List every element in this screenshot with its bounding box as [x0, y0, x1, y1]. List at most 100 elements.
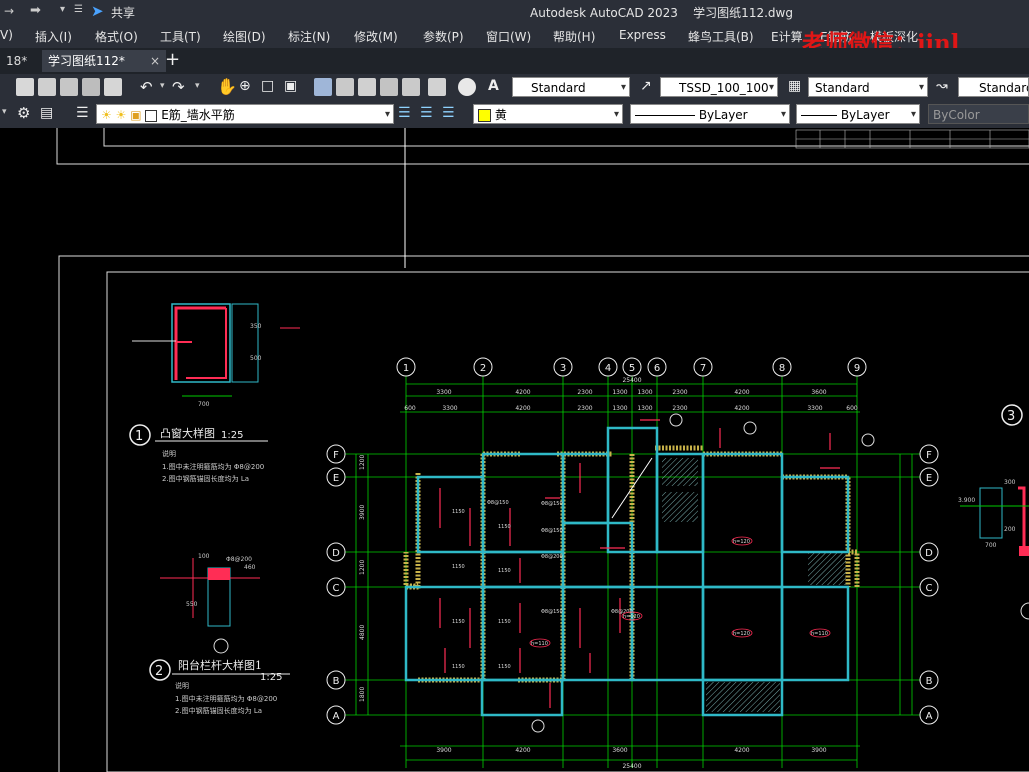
properties-palette-icon[interactable]: [314, 78, 332, 96]
rebar-label: Φ8@150: [541, 501, 563, 507]
rebar-label: Φ8@200: [541, 554, 563, 560]
make-current-layer-icon[interactable]: ☰: [76, 105, 89, 121]
span-label: 1150: [498, 524, 511, 530]
tool-palettes-icon[interactable]: [358, 78, 376, 96]
dim-style-select[interactable]: TSSD_100_100 ▾: [660, 77, 778, 97]
menu-parametric[interactable]: 参数(P): [423, 28, 464, 45]
text-style-select[interactable]: Standard ▾: [512, 77, 630, 97]
menu-dimension[interactable]: 标注(N): [288, 28, 330, 45]
help-icon[interactable]: [458, 78, 476, 96]
model-space-canvas[interactable]: 700 350 500 1 凸窗大样图 1:25 说明 1.图中未注明箍筋均为 …: [0, 128, 1029, 772]
zoom-previous-icon[interactable]: ▣: [284, 78, 297, 94]
menu-modify[interactable]: 修改(M): [354, 28, 398, 45]
layer-lock-icon[interactable]: ▣: [130, 108, 141, 122]
detail-2-number: 2: [155, 664, 163, 679]
menu-bar: V) 插入(I) 格式(O) 工具(T) 绘图(D) 标注(N) 修改(M) 参…: [0, 24, 1029, 57]
detail-1-note-2: 2.图中钢筋锚固长度均为 La: [162, 474, 249, 483]
menu-window[interactable]: 窗口(W): [486, 28, 531, 45]
close-tab-icon[interactable]: ×: [150, 50, 160, 72]
layer-match-icon[interactable]: ☰: [442, 105, 455, 121]
axis-label-D: D: [332, 548, 340, 559]
undo-icon[interactable]: ↶: [140, 78, 153, 96]
new-tab-button[interactable]: +: [165, 49, 180, 70]
dim-top-2: 1300: [637, 405, 652, 412]
balcony-hatch: [706, 682, 780, 712]
zoom-window-icon[interactable]: □: [261, 78, 274, 94]
menu-tools[interactable]: 工具(T): [160, 28, 201, 45]
dim-top: 2300: [672, 389, 687, 396]
layer-settings-gear-icon[interactable]: ⚙: [17, 104, 30, 122]
dim-top: 4200: [734, 389, 749, 396]
axis-label-B: B: [333, 676, 340, 687]
layer-isolate-icon[interactable]: ☰: [420, 105, 433, 121]
layer-on-icon[interactable]: ☀: [101, 108, 112, 122]
axis-label-C-right: C: [926, 583, 933, 594]
lineweight-select[interactable]: ByLayer ▾: [796, 104, 920, 124]
linetype-select[interactable]: ByLayer ▾: [630, 104, 790, 124]
span-label: 1150: [498, 568, 511, 574]
dim-bottom: 3900: [436, 747, 451, 754]
menu-view[interactable]: V): [0, 28, 13, 42]
current-layer-name: E筋_墙水平筋: [161, 108, 235, 122]
axis-label-F: F: [333, 450, 339, 461]
match-properties-icon[interactable]: [16, 78, 34, 96]
shaft-hatch: [808, 553, 846, 585]
new-drawing-icon[interactable]: [104, 78, 122, 96]
color-select[interactable]: 黄 ▾: [473, 104, 623, 124]
layer-previous-icon[interactable]: ☰: [398, 105, 411, 121]
quickcalc-icon[interactable]: [428, 78, 446, 96]
menu-draw[interactable]: 绘图(D): [223, 28, 266, 45]
menu-format[interactable]: 格式(O): [95, 28, 138, 45]
sheet-set-icon[interactable]: [380, 78, 398, 96]
save-as-icon[interactable]: →: [4, 4, 14, 18]
multileader-style-select[interactable]: Standard: [958, 77, 1029, 97]
dim-left: 1200: [359, 560, 366, 575]
menu-fengniao-tools[interactable]: 蜂鸟工具(B): [688, 28, 754, 45]
redo-arrow-icon[interactable]: ➡: [30, 3, 41, 18]
tab-drawing-18[interactable]: 18*: [0, 50, 33, 72]
menu-e-calc[interactable]: E计算: [771, 28, 803, 45]
zoom-realtime-icon[interactable]: ⊕: [239, 78, 251, 94]
dim-left: 1800: [359, 687, 366, 702]
menu-insert[interactable]: 插入(I): [35, 28, 72, 45]
markup-icon[interactable]: [402, 78, 420, 96]
axis-label-C: C: [333, 583, 340, 594]
layer-freeze-icon[interactable]: ☀: [116, 108, 127, 122]
chevron-down-icon[interactable]: ▾: [2, 107, 7, 117]
dropdown-icon[interactable]: ▾: [60, 4, 65, 15]
layer-select[interactable]: ☀ ☀ ▣ E筋_墙水平筋 ▾: [96, 104, 394, 124]
axis-label-F-right: F: [926, 450, 932, 461]
layer-properties-icon[interactable]: ▤: [40, 105, 53, 121]
plot-icon[interactable]: [82, 78, 100, 96]
floor-plan: Φ8@150 Φ8@150 Φ8@150 Φ8@200 Φ8@150 Φ8@20…: [326, 357, 939, 770]
menu-help[interactable]: 帮助(H): [553, 28, 595, 45]
redo-dropdown-icon[interactable]: ▾: [195, 81, 200, 91]
axis-label-5: 5: [629, 363, 635, 374]
axis-label-8: 8: [779, 363, 785, 374]
design-center-icon[interactable]: [336, 78, 354, 96]
table-style-icon: ▦: [788, 78, 802, 94]
dim-top-2: 3300: [442, 405, 457, 412]
tab-drawing-112[interactable]: 学习图纸112* ×: [42, 50, 166, 72]
redo-icon[interactable]: ↷: [172, 78, 185, 96]
share-icon[interactable]: ➤: [91, 2, 104, 20]
slab-thickness-label: h=110: [811, 631, 828, 637]
menu-express[interactable]: Express: [619, 28, 666, 42]
drawing-svg: 700 350 500 1 凸窗大样图 1:25 说明 1.图中未注明箍筋均为 …: [56, 128, 1029, 772]
current-color-name: 黄: [494, 108, 507, 122]
lineweight-sample: [801, 115, 837, 116]
undo-dropdown-icon[interactable]: ▾: [160, 81, 165, 91]
plotstyle-select[interactable]: ByColor: [928, 104, 1029, 124]
block-icon[interactable]: [60, 78, 78, 96]
axis-label-A-right: A: [926, 711, 933, 722]
properties-icon[interactable]: [38, 78, 56, 96]
share-button[interactable]: 共享: [111, 4, 135, 21]
detail-1-number: 1: [135, 429, 143, 444]
customize-quick-access-icon[interactable]: ☰: [74, 4, 83, 15]
detail-2-note-head: 说明: [175, 681, 189, 690]
concrete-walls: [404, 426, 850, 717]
table-style-select[interactable]: Standard ▾: [808, 77, 928, 97]
pan-icon[interactable]: ✋: [217, 77, 237, 96]
dim-bottom: 3600: [612, 747, 627, 754]
detail-3-fragment: 3 3.900 700 300 200: [958, 404, 1029, 620]
